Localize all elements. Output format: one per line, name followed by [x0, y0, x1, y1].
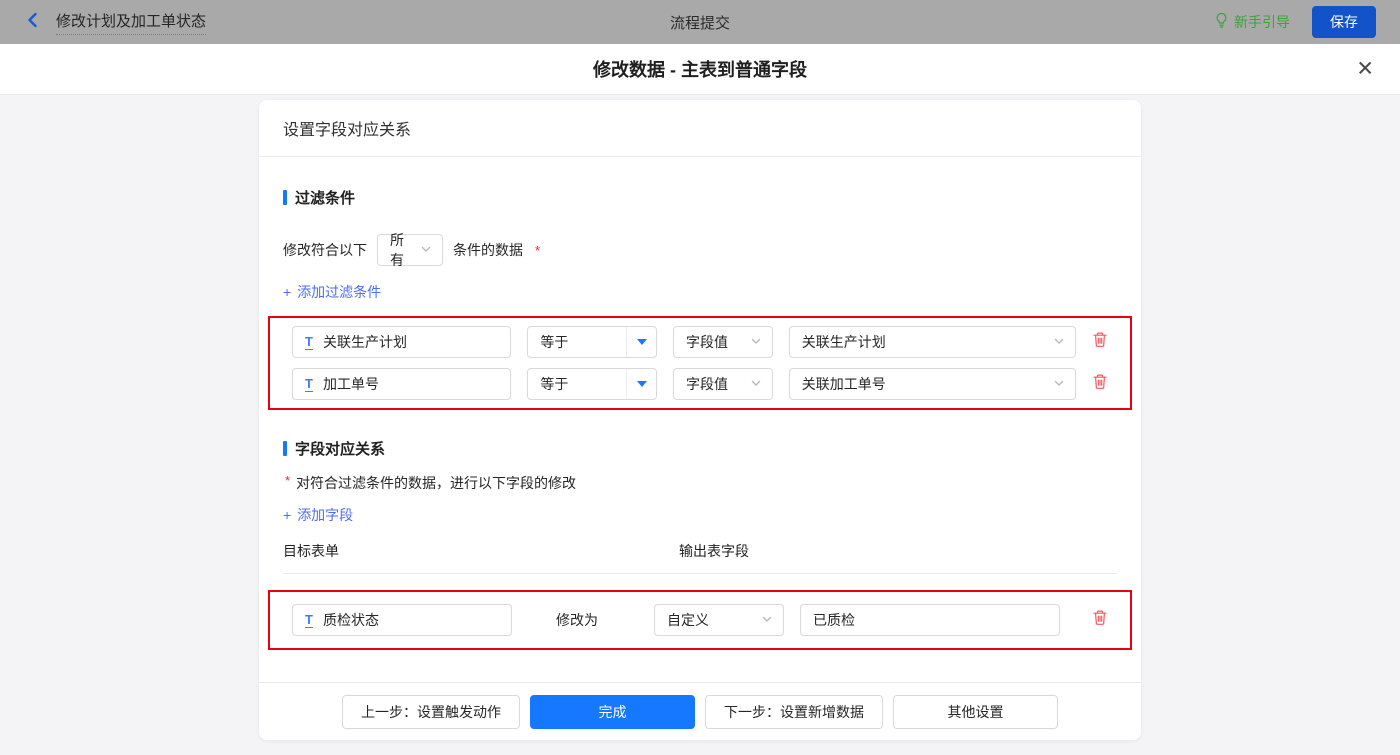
beginner-guide-link[interactable]: 新手引导	[1214, 12, 1290, 32]
operator-value: 等于	[540, 376, 569, 392]
compare-value: 关联生产计划	[801, 334, 886, 350]
target-form-column-header: 目标表单	[283, 543, 339, 559]
lightbulb-icon	[1214, 12, 1229, 32]
top-bar: 修改计划及加工单状态 流程提交 新手引导 保存	[0, 0, 1400, 44]
filter-section-title: 过滤条件	[283, 187, 1117, 208]
compare-value: 关联加工单号	[801, 376, 886, 392]
match-mode-select[interactable]: 所有	[377, 232, 443, 268]
text-field-icon: T	[305, 375, 313, 392]
dialog-title: 修改数据 - 主表到普通字段	[593, 60, 807, 80]
save-button[interactable]: 保存	[1312, 6, 1376, 38]
add-field-link[interactable]: + 添加字段	[283, 505, 353, 525]
filter-field-box[interactable]: T 加工单号	[292, 368, 512, 400]
plus-icon: +	[283, 284, 292, 300]
target-field-name: 质检状态	[322, 612, 379, 628]
flow-title[interactable]: 修改计划及加工单状态	[56, 10, 207, 35]
value-type-value: 字段值	[686, 376, 729, 392]
mapping-section-title: 字段对应关系	[283, 438, 1117, 459]
section-marker	[283, 441, 287, 456]
mapping-row-annotation-box: T 质检状态 修改为 自定义 已质检	[268, 590, 1132, 650]
required-asterisk: *	[285, 473, 291, 488]
mapping-section-label: 字段对应关系	[295, 441, 386, 458]
filter-field-name: 关联生产计划	[322, 334, 407, 350]
chevron-down-icon	[750, 334, 762, 350]
match-mode-value: 所有	[390, 232, 404, 268]
filter-field-name: 加工单号	[322, 376, 379, 392]
operator-caret-button[interactable]	[626, 327, 656, 357]
custom-value-input[interactable]: 已质检	[800, 604, 1060, 636]
filter-section-label: 过滤条件	[295, 190, 356, 207]
page-title: 流程提交	[669, 14, 730, 32]
required-asterisk: *	[535, 242, 541, 258]
compare-value-select[interactable]: 关联生产计划	[788, 326, 1076, 358]
modify-to-label: 修改为	[556, 612, 598, 628]
mapping-table-header: 目标表单 输出表字段	[283, 541, 1117, 574]
text-field-icon: T	[305, 333, 313, 350]
delete-row-button[interactable]	[1092, 609, 1108, 631]
chevron-down-icon	[1053, 376, 1065, 392]
dialog-header: 修改数据 - 主表到普通字段 ✕	[0, 44, 1400, 95]
filter-row: T 加工单号 等于 字段值 关联加工单号	[292, 368, 1108, 400]
delete-row-button[interactable]	[1092, 373, 1108, 395]
target-field-box[interactable]: T 质检状态	[292, 604, 512, 636]
filter-row: T 关联生产计划 等于 字段值 关联生产计划	[292, 326, 1108, 358]
close-icon[interactable]: ✕	[1356, 59, 1374, 80]
trash-icon	[1092, 331, 1108, 353]
back-chevron-icon	[24, 11, 42, 34]
add-filter-condition-label: 添加过滤条件	[297, 284, 382, 300]
card-footer: 上一步：设置触发动作 完成 下一步：设置新增数据 其他设置	[259, 682, 1141, 740]
card-header: 设置字段对应关系	[259, 100, 1141, 157]
finish-button[interactable]: 完成	[530, 694, 695, 729]
match-condition-row: 修改符合以下 所有 条件的数据 *	[283, 232, 1117, 268]
add-filter-condition-link[interactable]: + 添加过滤条件	[283, 282, 381, 302]
chevron-down-icon	[750, 376, 762, 392]
back-button[interactable]	[24, 11, 42, 34]
text-field-icon: T	[305, 611, 313, 628]
settings-card: 设置字段对应关系 过滤条件 修改符合以下 所有 条件的数据 * + 添加过滤条件…	[259, 100, 1141, 740]
dialog-body: 设置字段对应关系 过滤条件 修改符合以下 所有 条件的数据 * + 添加过滤条件…	[0, 95, 1400, 755]
plus-icon: +	[283, 507, 292, 523]
chevron-down-icon	[761, 612, 773, 628]
beginner-guide-label: 新手引导	[1234, 14, 1290, 30]
compare-value-select[interactable]: 关联加工单号	[788, 368, 1076, 400]
chevron-down-icon	[1053, 334, 1065, 350]
mapping-row: T 质检状态 修改为 自定义 已质检	[292, 604, 1108, 636]
value-source-value: 自定义	[667, 612, 709, 628]
value-type-select[interactable]: 字段值	[673, 326, 773, 358]
add-field-label: 添加字段	[297, 507, 354, 523]
operator-caret-button[interactable]	[626, 369, 656, 399]
value-type-value: 字段值	[686, 334, 729, 350]
other-settings-button[interactable]: 其他设置	[893, 694, 1058, 729]
next-step-button[interactable]: 下一步：设置新增数据	[705, 694, 883, 729]
mapping-note: * 对符合过滤条件的数据，进行以下字段的修改	[283, 473, 1117, 493]
prev-step-button[interactable]: 上一步：设置触发动作	[342, 694, 520, 729]
operator-select[interactable]: 等于	[527, 368, 658, 400]
mapping-note-text: 对符合过滤条件的数据，进行以下字段的修改	[296, 475, 577, 491]
section-marker	[283, 190, 287, 205]
chevron-down-icon	[420, 242, 432, 258]
value-type-select[interactable]: 字段值	[673, 368, 773, 400]
match-prefix-label: 修改符合以下	[283, 242, 367, 258]
operator-select[interactable]: 等于	[527, 326, 658, 358]
trash-icon	[1092, 609, 1108, 631]
caret-down-icon	[636, 339, 647, 345]
operator-value: 等于	[540, 334, 569, 350]
value-source-select[interactable]: 自定义	[654, 604, 784, 636]
filter-rows-annotation-box: T 关联生产计划 等于 字段值 关联生产计划 T 加工单号 等于 字段值 关联加…	[268, 316, 1132, 410]
output-field-column-header: 输出表字段	[679, 543, 749, 559]
match-suffix-label: 条件的数据	[453, 242, 523, 258]
trash-icon	[1092, 373, 1108, 395]
delete-row-button[interactable]	[1092, 331, 1108, 353]
filter-field-box[interactable]: T 关联生产计划	[292, 326, 512, 358]
caret-down-icon	[636, 381, 647, 387]
